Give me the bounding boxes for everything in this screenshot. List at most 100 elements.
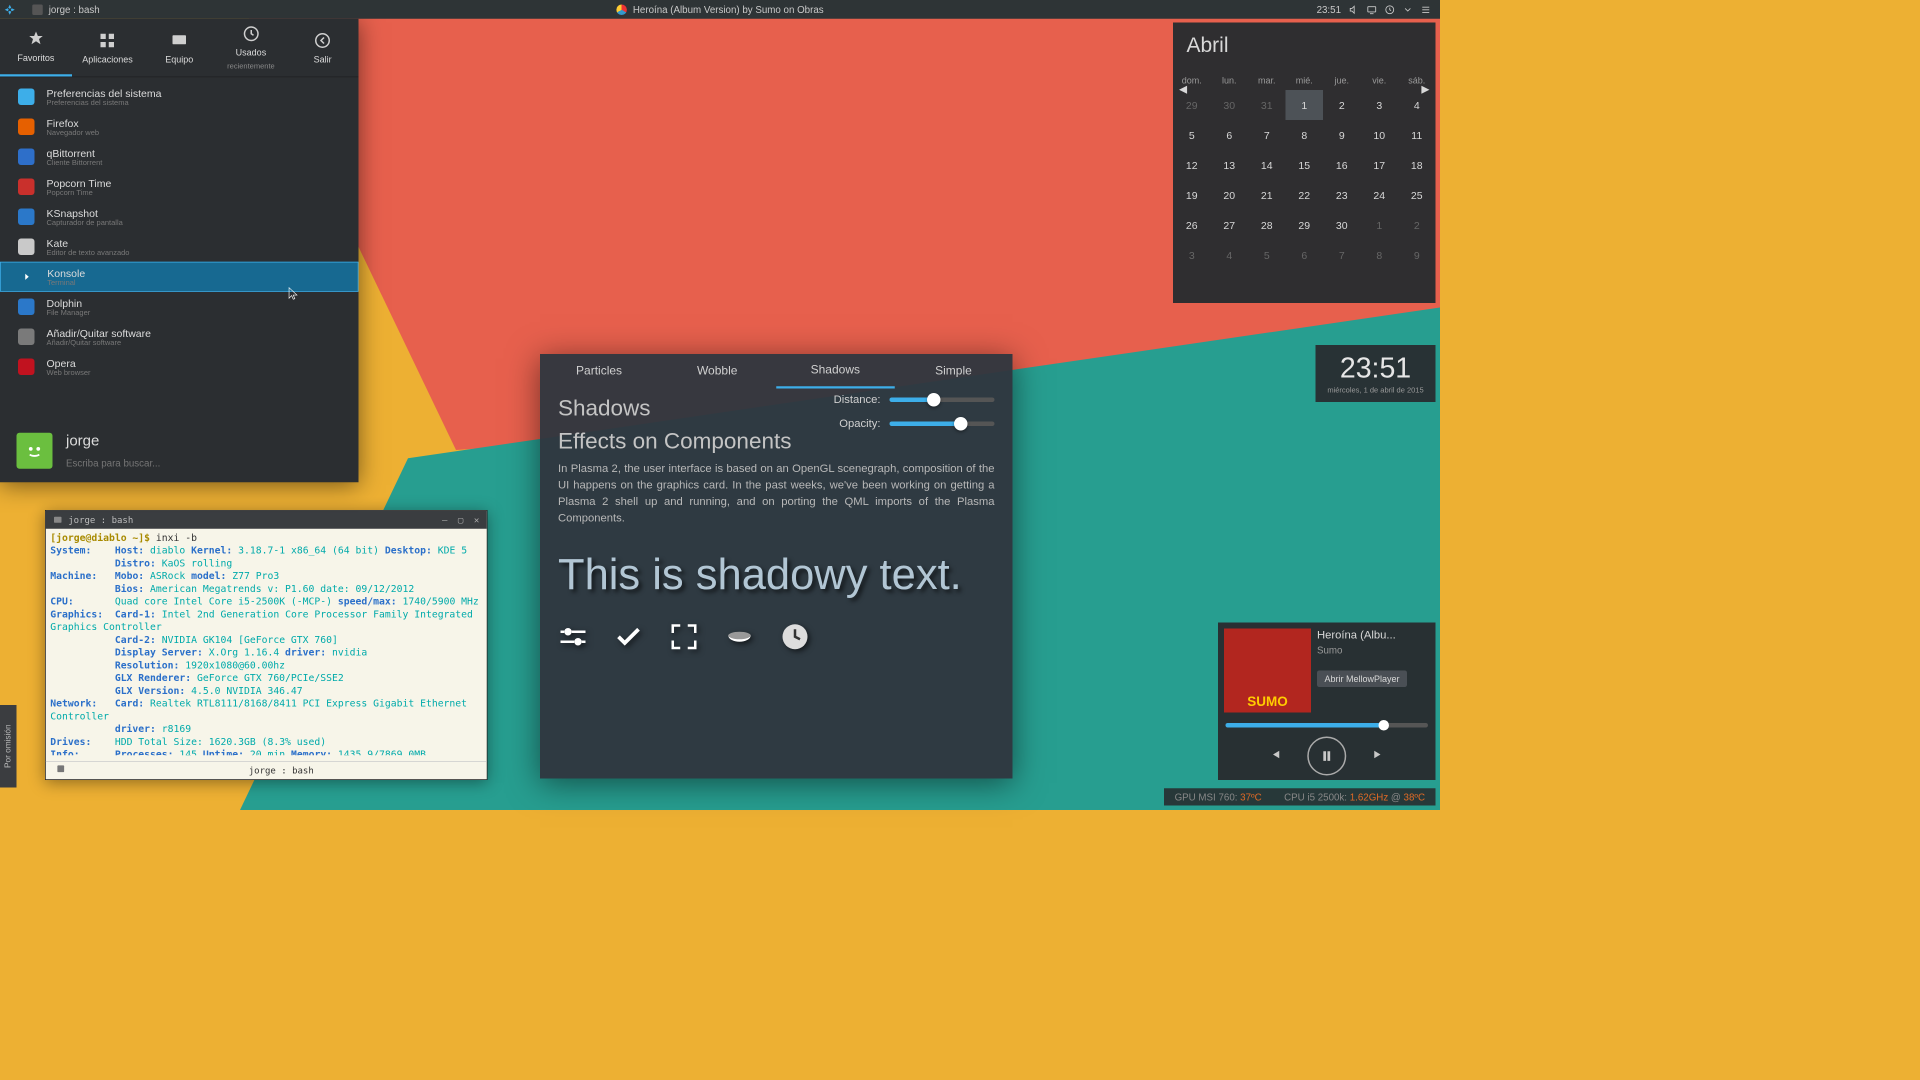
calendar-day[interactable]: 7 [1323, 240, 1361, 270]
calendar-day[interactable]: 6 [1286, 240, 1324, 270]
app-icon [17, 297, 37, 317]
calendar-day[interactable]: 21 [1248, 180, 1286, 210]
calendar-day[interactable]: 16 [1323, 150, 1361, 180]
start-item-ksnapshot[interactable]: KSnapshot Capturador de pantalla [0, 202, 359, 232]
calendar-day[interactable]: 28 [1248, 210, 1286, 240]
start-item-firefox[interactable]: Firefox Navegador web [0, 112, 359, 142]
play-pause-button[interactable] [1307, 737, 1346, 776]
terminal-task-icon [32, 4, 43, 15]
calendar-prev-icon[interactable]: ◀ [1179, 83, 1187, 96]
start-item-a-adir-quitar-software[interactable]: Añadir/Quitar software Añadir/Quitar sof… [0, 322, 359, 352]
calendar-day[interactable]: 30 [1323, 210, 1361, 240]
effects-widget: ParticlesWobbleShadowsSimple Shadows Dis… [540, 354, 1013, 779]
calendar-day[interactable]: 12 [1173, 150, 1211, 180]
start-tab-equipo[interactable]: Equipo [143, 19, 215, 77]
opacity-label: Opacity: [839, 417, 880, 430]
user-avatar[interactable] [17, 433, 53, 469]
calendar-next-icon[interactable]: ▶ [1421, 83, 1429, 96]
start-item-preferencias-del-sistema[interactable]: Preferencias del sistema Preferencias de… [0, 82, 359, 112]
new-tab-icon[interactable] [56, 764, 65, 773]
media-widget: SUMO Heroína (Albu... Sumo Abrir MellowP… [1218, 623, 1436, 781]
minimize-button[interactable]: — [442, 513, 447, 526]
calendar-day[interactable]: 8 [1361, 240, 1399, 270]
terminal-titlebar[interactable]: jorge : bash — ▢ ✕ [46, 511, 487, 529]
calendar-day[interactable]: 17 [1361, 150, 1399, 180]
app-icon [17, 357, 37, 377]
calendar-day[interactable]: 27 [1211, 210, 1249, 240]
start-item-qbittorrent[interactable]: qBittorrent Cliente Bittorrent [0, 142, 359, 172]
sensor-strip: GPU MSI 760: 37ºC CPU i5 2500k: 1.62GHz … [1164, 788, 1435, 805]
clock-widget[interactable]: 23:51 miércoles, 1 de abril de 2015 [1316, 345, 1436, 402]
gpu-temp: 37ºC [1240, 791, 1261, 802]
calendar-day[interactable]: 23 [1323, 180, 1361, 210]
calendar-day[interactable]: 25 [1398, 180, 1436, 210]
terminal-window: jorge : bash — ▢ ✕ [jorge@diablo ~]$ inx… [45, 510, 488, 780]
hamburger-icon[interactable] [1421, 4, 1432, 15]
terminal-output[interactable]: [jorge@diablo ~]$ inxi -b System: Host: … [46, 529, 487, 756]
opacity-slider[interactable] [890, 421, 995, 426]
widget-tab-particles[interactable]: Particles [540, 354, 658, 389]
calendar-day[interactable]: 18 [1398, 150, 1436, 180]
start-item-konsole[interactable]: Konsole Terminal [0, 262, 359, 292]
calendar-day[interactable]: 20 [1211, 180, 1249, 210]
calendar-day[interactable]: 24 [1361, 180, 1399, 210]
calendar-day[interactable]: 14 [1248, 150, 1286, 180]
volume-icon[interactable] [1349, 4, 1360, 15]
start-item-dolphin[interactable]: Dolphin File Manager [0, 292, 359, 322]
progress-slider[interactable] [1226, 723, 1429, 728]
widget-tab-wobble[interactable]: Wobble [658, 354, 776, 389]
calendar-month: Abril [1173, 23, 1436, 68]
sliders-sample-icon [558, 622, 588, 652]
clock-sample-icon [780, 622, 810, 652]
start-tab-aplicaciones[interactable]: Aplicaciones [72, 19, 144, 77]
calendar-day[interactable]: 22 [1286, 180, 1324, 210]
taskbar-entry-terminal[interactable]: jorge : bash [32, 4, 99, 15]
updates-icon[interactable] [1385, 4, 1396, 15]
close-button[interactable]: ✕ [474, 513, 479, 526]
calendar-day[interactable]: 13 [1211, 150, 1249, 180]
widget-tab-shadows[interactable]: Shadows [776, 354, 894, 389]
start-tab-favoritos[interactable]: Favoritos [0, 19, 72, 77]
search-input[interactable] [66, 458, 342, 469]
calendar-day[interactable]: 5 [1173, 120, 1211, 150]
app-icon [17, 87, 37, 107]
distance-slider[interactable] [890, 397, 995, 402]
calendar-grid[interactable]: dom.lun.mar.mié.jue.vie.sáb.293031123456… [1173, 71, 1436, 271]
calendar-day[interactable]: 10 [1361, 120, 1399, 150]
calendar-day[interactable]: 15 [1286, 150, 1324, 180]
calendar-day[interactable]: 6 [1211, 120, 1249, 150]
calendar-day[interactable]: 11 [1398, 120, 1436, 150]
calendar-day[interactable]: 26 [1173, 210, 1211, 240]
widget-tab-simple[interactable]: Simple [894, 354, 1012, 389]
taskbar-entry-media[interactable]: Heroína (Album Version) by Sumo on Obras [616, 4, 823, 15]
prev-track-button[interactable] [1267, 747, 1282, 766]
app-icon [17, 177, 37, 197]
open-player-button[interactable]: Abrir MellowPlayer [1317, 671, 1407, 688]
start-tab-salir[interactable]: Salir [287, 19, 359, 77]
start-item-popcorn-time[interactable]: Popcorn Time Popcorn Time [0, 172, 359, 202]
panel-clock[interactable]: 23:51 [1317, 4, 1341, 15]
next-track-button[interactable] [1372, 747, 1387, 766]
calendar-day[interactable]: 1 [1361, 210, 1399, 240]
start-item-opera[interactable]: Opera Web browser [0, 352, 359, 382]
start-item-kate[interactable]: Kate Editor de texto avanzado [0, 232, 359, 262]
side-drawer-handle[interactable]: Por omisión [0, 705, 17, 788]
calendar-day[interactable]: 7 [1248, 120, 1286, 150]
kde-menu-icon[interactable] [0, 0, 19, 19]
display-icon[interactable] [1367, 4, 1378, 15]
chevron-down-icon[interactable] [1403, 4, 1414, 15]
maximize-button[interactable]: ▢ [458, 513, 463, 526]
start-tab-usados[interactable]: Usadosrecientemente [215, 19, 287, 77]
calendar-day[interactable]: 9 [1398, 240, 1436, 270]
calendar-day[interactable]: 2 [1398, 210, 1436, 240]
distance-label: Distance: [834, 393, 881, 406]
calendar-day[interactable]: 29 [1286, 210, 1324, 240]
terminal-app-icon [53, 515, 62, 524]
calendar-day[interactable]: 8 [1286, 120, 1324, 150]
calendar-day[interactable]: 19 [1173, 180, 1211, 210]
calendar-day[interactable]: 9 [1323, 120, 1361, 150]
calendar-day[interactable]: 4 [1211, 240, 1249, 270]
calendar-day[interactable]: 5 [1248, 240, 1286, 270]
top-panel: jorge : bash Heroína (Album Version) by … [0, 0, 1440, 19]
calendar-day[interactable]: 3 [1173, 240, 1211, 270]
